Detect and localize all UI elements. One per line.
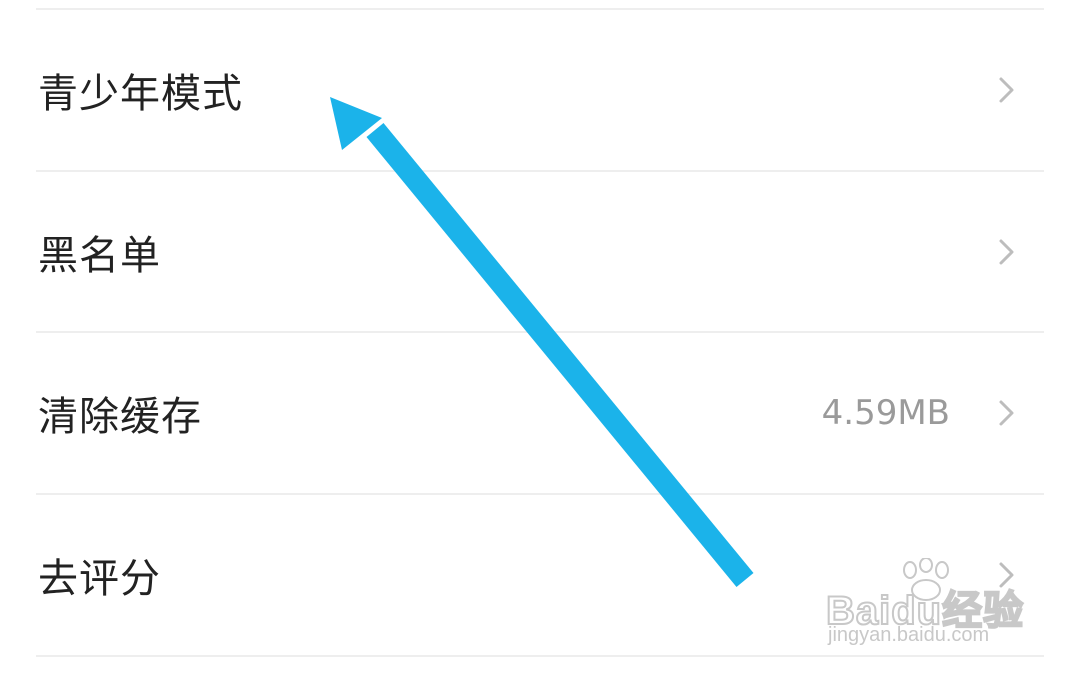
cache-size-value: 4.59MB	[821, 393, 950, 433]
settings-item-label: 清除缓存	[38, 394, 202, 440]
settings-item-rate[interactable]: 去评分	[0, 495, 1080, 655]
chevron-right-icon	[999, 400, 1014, 426]
settings-page: 青少年模式 黑名单 清除缓存 4.59MB 去评分 Baidu经验 jingya…	[0, 0, 1080, 675]
settings-item-teen-mode[interactable]: 青少年模式	[0, 10, 1080, 170]
settings-item-label: 黑名单	[38, 233, 161, 279]
settings-item-label: 青少年模式	[38, 71, 243, 117]
settings-item-clear-cache[interactable]: 清除缓存 4.59MB	[0, 333, 1080, 493]
chevron-right-icon	[999, 239, 1014, 265]
settings-item-label: 去评分	[38, 556, 161, 602]
chevron-right-icon	[999, 77, 1014, 103]
settings-item-blacklist[interactable]: 黑名单	[0, 172, 1080, 332]
divider	[36, 655, 1044, 657]
chevron-right-icon	[999, 562, 1014, 588]
